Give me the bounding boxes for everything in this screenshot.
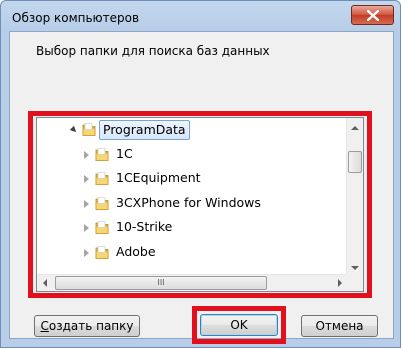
create-folder-button[interactable]: Создать папку xyxy=(34,315,140,337)
vertical-scroll-thumb[interactable] xyxy=(348,151,362,173)
tree-item-label[interactable]: 3CXPhone for Windows xyxy=(113,194,264,212)
folder-icon xyxy=(95,196,109,211)
folder-icon xyxy=(95,245,109,260)
scrollbar-corner xyxy=(346,274,363,291)
tree-item-label[interactable]: Adobe xyxy=(113,243,159,261)
scroll-down-arrow-icon[interactable] xyxy=(351,266,359,270)
collapsed-arrow-icon[interactable] xyxy=(84,224,89,232)
folder-icon xyxy=(82,122,96,137)
vertical-scrollbar[interactable] xyxy=(346,118,363,276)
window-title: Обзор компьютеров xyxy=(12,11,140,25)
tree-item-label[interactable]: 1CEquipment xyxy=(113,169,204,187)
folder-icon xyxy=(95,220,109,235)
collapsed-arrow-icon[interactable] xyxy=(84,248,89,257)
create-folder-accel-label: С xyxy=(40,319,49,333)
collapsed-arrow-icon[interactable] xyxy=(84,150,89,159)
expanded-arrow-icon[interactable] xyxy=(69,125,79,135)
scroll-up-arrow-icon[interactable] xyxy=(351,126,359,130)
scroll-right-arrow-icon[interactable] xyxy=(338,279,342,287)
cancel-label: Отмена xyxy=(315,319,364,333)
horizontal-scroll-thumb[interactable]: III xyxy=(55,276,267,290)
close-icon xyxy=(367,10,379,21)
folder-icon xyxy=(95,147,109,162)
horizontal-scrollbar[interactable]: III xyxy=(37,274,348,291)
ok-button[interactable]: OK xyxy=(200,314,278,336)
collapsed-arrow-icon[interactable] xyxy=(84,175,89,183)
folder-icon xyxy=(95,171,109,186)
tree-item-label[interactable]: 1C xyxy=(113,145,136,163)
folder-tree[interactable]: ProgramData 1C 1CEquipment 3CXPhone for Win… xyxy=(36,117,364,292)
tree-item-label[interactable]: 10-Strike xyxy=(113,218,175,236)
close-button[interactable] xyxy=(351,5,394,25)
create-folder-label: оздать папку xyxy=(48,319,134,333)
description-label: Выбор папки для поиска баз данных xyxy=(36,44,270,58)
ok-label: OK xyxy=(230,318,248,332)
tree-item-label[interactable]: ProgramData xyxy=(99,120,190,140)
cancel-button[interactable]: Отмена xyxy=(301,315,378,337)
collapsed-arrow-icon[interactable] xyxy=(84,199,89,208)
scroll-left-arrow-icon[interactable] xyxy=(43,279,47,287)
